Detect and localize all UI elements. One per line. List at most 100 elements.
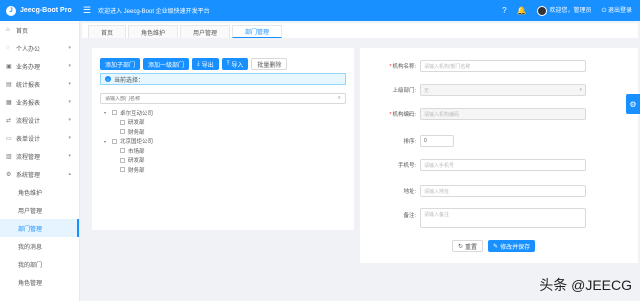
sort-label: 排序: xyxy=(403,139,416,145)
sidebar-item-label: 统计报表 xyxy=(16,82,41,89)
parent-dept-select[interactable]: 无 ▾ xyxy=(420,84,586,96)
sidebar-item-business[interactable]: ▣ 业务办理 ▾ xyxy=(0,57,79,75)
tree-checkbox[interactable] xyxy=(120,167,125,173)
sidebar-item-system[interactable]: ⚙ 系统管理 ▴ xyxy=(0,165,79,183)
form-row-parent: 上级部门: 无 ▾ xyxy=(360,84,638,96)
avatar xyxy=(536,5,547,16)
top-bar: J Jeecg-Boot Pro ☰ 欢迎进入 Jeecg-Boot 企业级快速… xyxy=(0,0,640,21)
tree-node-label: 研发部 xyxy=(128,158,145,165)
remark-label: 备注: xyxy=(403,213,416,219)
caret-down-icon[interactable]: ▾ xyxy=(104,110,109,115)
info-icon: i xyxy=(105,76,111,82)
form-actions: ↻ 重置 ✎ 修改并保存 xyxy=(452,240,536,252)
form-icon: ▭ xyxy=(6,135,12,142)
cart-icon: ▣ xyxy=(6,63,12,70)
sidebar-item-label: 系统管理 xyxy=(16,172,41,179)
org-code-input[interactable]: 请输入机构编码 xyxy=(420,108,586,120)
form-row-phone: 手机号: 请输入手机号 xyxy=(360,159,638,171)
user-menu[interactable]: 欢迎您，管理员 xyxy=(536,5,592,16)
add-top-dept-button[interactable]: 添加一级部门 xyxy=(143,58,190,70)
save-button[interactable]: ✎ 修改并保存 xyxy=(488,240,536,252)
caret-down-icon[interactable]: ▾ xyxy=(104,139,109,144)
settings-drawer-button[interactable]: ⚙ xyxy=(626,94,640,114)
sidebar-item-home[interactable]: ⌂ 首页 xyxy=(0,21,79,39)
logo-icon: J xyxy=(6,5,16,16)
chart-icon: ▤ xyxy=(6,81,12,88)
tree-node[interactable]: ▾ 北京国炬公司 xyxy=(104,137,344,147)
bell-icon[interactable]: 🔔 xyxy=(517,6,527,15)
tab-home[interactable]: 首页 xyxy=(88,25,127,38)
sidebar-item-label: 个人办公 xyxy=(16,46,41,53)
chevron-down-icon: ▾ xyxy=(579,87,582,93)
refresh-icon: ↻ xyxy=(458,243,464,250)
tab-role-maintain[interactable]: 角色维护 xyxy=(128,25,179,38)
export-button[interactable]: ⤓ 导出 xyxy=(192,58,219,70)
tree-node[interactable]: ▾ 卓尔互动公司 xyxy=(104,108,344,118)
selection-info-bar: i 当前选择： xyxy=(100,73,346,85)
tree-checkbox[interactable] xyxy=(120,129,125,135)
tree-checkbox[interactable] xyxy=(112,138,117,144)
import-icon: ⤒ xyxy=(226,60,230,67)
save-label: 修改并保存 xyxy=(500,244,531,251)
remark-textarea[interactable]: 请输入备注 xyxy=(420,208,586,228)
org-code-label: *机构编码: xyxy=(389,112,416,118)
sidebar-item-form-design[interactable]: ▭ 表单设计 ▾ xyxy=(0,129,79,147)
address-input[interactable]: 请输入地址 xyxy=(420,185,586,197)
tree-checkbox[interactable] xyxy=(112,110,117,116)
add-child-dept-button[interactable]: 添加子部门 xyxy=(100,58,141,70)
tree-node-label: 研发部 xyxy=(128,120,145,127)
watermark: 头条 @JEECG xyxy=(539,277,632,293)
sidebar-subitem-my-dept[interactable]: 我的部门 xyxy=(0,255,79,273)
chevron-down-icon: ▾ xyxy=(68,81,71,87)
tab-user-manage[interactable]: 用户管理 xyxy=(180,25,231,38)
tree-search-box: ⌕ xyxy=(100,93,346,104)
tree-node[interactable]: 财务部 xyxy=(104,127,344,137)
tree-checkbox[interactable] xyxy=(120,119,125,125)
logout-button[interactable]: ⏻ 退出登录 xyxy=(602,5,632,15)
tree-node[interactable]: 财务部 xyxy=(104,165,344,175)
import-button[interactable]: ⤒ 导入 xyxy=(221,58,249,70)
sidebar-item-flow-design[interactable]: ⇄ 流程设计 ▾ xyxy=(0,111,79,129)
tree-node[interactable]: 研发部 xyxy=(104,156,344,166)
reset-label: 重置 xyxy=(465,244,478,251)
tree-checkbox[interactable] xyxy=(120,157,125,163)
sidebar-item-label: 业务办理 xyxy=(16,64,41,71)
logo[interactable]: J Jeecg-Boot Pro xyxy=(0,0,80,21)
search-icon[interactable]: ⌕ xyxy=(338,95,341,102)
help-icon[interactable]: ? xyxy=(502,6,506,15)
org-name-input[interactable]: 请输入机构/部门名称 xyxy=(420,60,586,72)
sidebar-item-label: 表单设计 xyxy=(16,136,41,143)
sort-number-input[interactable]: 0 xyxy=(420,135,454,147)
chevron-down-icon: ▾ xyxy=(68,63,71,69)
sidebar-item-label: 首页 xyxy=(16,28,29,35)
sidebar-item-flow-manage[interactable]: ▥ 流程管理 ▾ xyxy=(0,147,79,165)
form-row-org-code: *机构编码: 请输入机构编码 xyxy=(360,108,638,120)
parent-dept-label: 上级部门: xyxy=(392,88,416,94)
sidebar-subitem-role-manage[interactable]: 角色管理 xyxy=(0,273,79,291)
reset-button[interactable]: ↻ 重置 xyxy=(452,240,484,252)
sidebar-item-label: 流程管理 xyxy=(16,154,41,161)
tree-node-label: 财务部 xyxy=(128,167,145,174)
sidebar-item-stats[interactable]: ▤ 统计报表 ▾ xyxy=(0,75,79,93)
sidebar-item-reports[interactable]: ▦ 业务报表 ▾ xyxy=(0,93,79,111)
tree-node[interactable]: 研发部 xyxy=(104,118,344,128)
form-row-remark: 备注: 请输入备注 xyxy=(360,208,638,228)
sidebar-item-label: 业务报表 xyxy=(16,100,41,107)
sidebar-subitem-role-maintain[interactable]: 角色维护 xyxy=(0,183,79,201)
tree-checkbox[interactable] xyxy=(120,148,125,154)
sidebar-subitem-dept-manage[interactable]: 部门管理 xyxy=(0,219,79,237)
batch-delete-button[interactable]: 批量删除 xyxy=(251,58,288,70)
form-row-address: 地址: 请输入地址 xyxy=(360,185,638,197)
phone-input[interactable]: 请输入手机号 xyxy=(420,159,586,171)
logout-label: 退出登录 xyxy=(607,8,632,15)
menu-fold-icon[interactable]: ☰ xyxy=(80,5,94,16)
parent-dept-value: 无 xyxy=(424,87,430,94)
tree-node-label: 财务部 xyxy=(128,129,145,136)
sidebar-subitem-user-manage[interactable]: 用户管理 xyxy=(0,201,79,219)
tab-dept-manage[interactable]: 部门管理 xyxy=(232,25,283,38)
dept-search-input[interactable] xyxy=(105,95,338,102)
tree-node[interactable]: 市场部 xyxy=(104,146,344,156)
sidebar-subitem-my-messages[interactable]: 我的消息 xyxy=(0,237,79,255)
sidebar-item-personal[interactable]: ◌ 个人办公 ▾ xyxy=(0,39,79,57)
chevron-up-icon: ▴ xyxy=(68,171,71,177)
